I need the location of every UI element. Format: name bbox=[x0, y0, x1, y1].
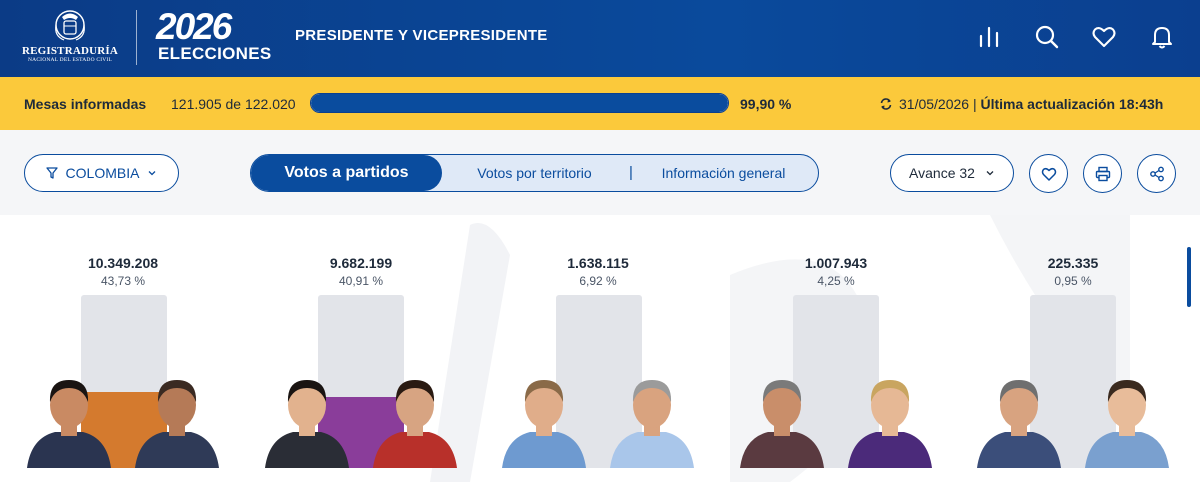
status-bar: Mesas informadas 121.905 de 122.020 99,9… bbox=[0, 77, 1200, 130]
share-icon bbox=[1149, 166, 1164, 181]
tab-general-info[interactable]: Información general bbox=[651, 165, 796, 181]
logo-divider bbox=[136, 10, 137, 65]
candidate-column[interactable]: 9.682.199 40,91 % bbox=[261, 215, 461, 482]
report-select[interactable]: Avance 32 bbox=[890, 154, 1014, 192]
org-name: REGISTRADURÍA bbox=[21, 45, 119, 57]
chevron-down-icon bbox=[986, 171, 994, 176]
share-button[interactable] bbox=[1137, 154, 1176, 193]
vote-percent: 0,95 % bbox=[1054, 274, 1092, 288]
tables-reported-label: Mesas informadas bbox=[24, 96, 147, 112]
bell-icon bbox=[1152, 27, 1172, 49]
tab-votes-by-party[interactable]: Votos a partidos bbox=[251, 155, 442, 191]
candidate-column[interactable]: 225.335 0,95 % bbox=[973, 215, 1173, 482]
notifications-button[interactable] bbox=[1147, 22, 1177, 52]
candidate-shirt bbox=[848, 432, 932, 468]
candidate-shirt bbox=[610, 432, 694, 468]
update-time: Última actualización 18:43h bbox=[980, 96, 1164, 112]
search-button[interactable] bbox=[1032, 22, 1062, 52]
vote-count: 10.349.208 bbox=[87, 255, 159, 271]
vote-count: 1.638.115 bbox=[567, 255, 629, 271]
print-button[interactable] bbox=[1083, 154, 1122, 193]
region-filter-button[interactable]: COLOMBIA bbox=[24, 154, 179, 192]
vote-percent: 4,25 % bbox=[817, 274, 855, 288]
candidate-shirt bbox=[1085, 432, 1169, 468]
vote-percent: 40,91 % bbox=[338, 274, 384, 288]
candidate-shirt bbox=[135, 432, 219, 468]
vice-candidate-photo bbox=[373, 380, 457, 468]
vote-percent: 6,92 % bbox=[579, 274, 617, 288]
chevron-down-icon bbox=[148, 171, 156, 176]
bar-chart-icon bbox=[979, 26, 999, 48]
scrollbar-thumb[interactable] bbox=[1187, 247, 1191, 307]
tab-divider: | bbox=[629, 164, 633, 181]
filter-icon bbox=[45, 167, 58, 179]
vote-count: 9.682.199 bbox=[329, 255, 393, 271]
vote-count: 1.007.943 bbox=[804, 255, 868, 271]
vice-candidate-photo bbox=[848, 380, 932, 468]
tab-votes-by-territory[interactable]: Votos por territorio bbox=[466, 165, 603, 181]
vice-candidate-photo bbox=[1085, 380, 1169, 468]
favorites-button[interactable] bbox=[1089, 22, 1119, 52]
president-candidate-photo bbox=[27, 380, 111, 468]
progress-bar bbox=[310, 93, 729, 113]
top-header: REGISTRADURÍA NACIONAL DEL ESTADO CIVIL … bbox=[0, 0, 1200, 77]
president-candidate-photo bbox=[502, 380, 586, 468]
vote-percent: 43,73 % bbox=[100, 274, 146, 288]
candidate-shirt bbox=[740, 432, 824, 468]
org-subtitle: NACIONAL DEL ESTADO CIVIL bbox=[27, 57, 113, 63]
update-date: 31/05/2026 bbox=[899, 96, 970, 112]
printer-icon bbox=[1095, 166, 1110, 181]
president-candidate-photo bbox=[977, 380, 1061, 468]
heart-icon bbox=[1092, 27, 1116, 48]
elections-year: 2026 bbox=[156, 6, 232, 47]
candidate-shirt bbox=[265, 432, 349, 468]
candidate-column[interactable]: 1.007.943 4,25 % bbox=[736, 215, 936, 482]
vice-candidate-photo bbox=[610, 380, 694, 468]
vote-count: 225.335 bbox=[1047, 255, 1099, 271]
president-candidate-photo bbox=[740, 380, 824, 468]
registraduria-logo[interactable]: REGISTRADURÍA NACIONAL DEL ESTADO CIVIL bbox=[20, 8, 120, 68]
coat-of-arms-icon bbox=[55, 10, 85, 41]
report-label: Avance 32 bbox=[909, 165, 975, 181]
refresh-icon[interactable] bbox=[879, 97, 893, 111]
filter-toolbar: COLOMBIA Votos a partidos Votos por terr… bbox=[0, 130, 1200, 215]
president-candidate-photo bbox=[265, 380, 349, 468]
view-tabs: Votos a partidos Votos por territorio | … bbox=[250, 154, 819, 192]
region-label: COLOMBIA bbox=[65, 165, 140, 181]
progress-percent: 99,90 % bbox=[740, 96, 792, 112]
candidate-shirt bbox=[502, 432, 586, 468]
candidate-shirt bbox=[977, 432, 1061, 468]
progress-fill bbox=[311, 94, 728, 112]
candidate-column[interactable]: 1.638.115 6,92 % bbox=[498, 215, 698, 482]
results-chart: 10.349.208 43,73 % 9.682.199 40,91 % 1.638.1… bbox=[0, 215, 1200, 482]
tables-reported-count: 121.905 de 122.020 bbox=[171, 96, 296, 112]
update-separator: | bbox=[972, 96, 977, 112]
heart-icon bbox=[1041, 167, 1056, 181]
favorite-button[interactable] bbox=[1029, 154, 1068, 193]
search-icon bbox=[1035, 25, 1059, 49]
candidate-column[interactable]: 10.349.208 43,73 % bbox=[23, 215, 223, 482]
page-title: PRESIDENTE Y VICEPRESIDENTE bbox=[295, 27, 548, 44]
candidate-shirt bbox=[373, 432, 457, 468]
vice-candidate-photo bbox=[135, 380, 219, 468]
last-update: 31/05/2026 | Última actualización 18:43h bbox=[899, 96, 1163, 112]
stats-button[interactable] bbox=[974, 22, 1004, 52]
candidate-shirt bbox=[27, 432, 111, 468]
elections-label: ELECCIONES bbox=[158, 44, 272, 63]
